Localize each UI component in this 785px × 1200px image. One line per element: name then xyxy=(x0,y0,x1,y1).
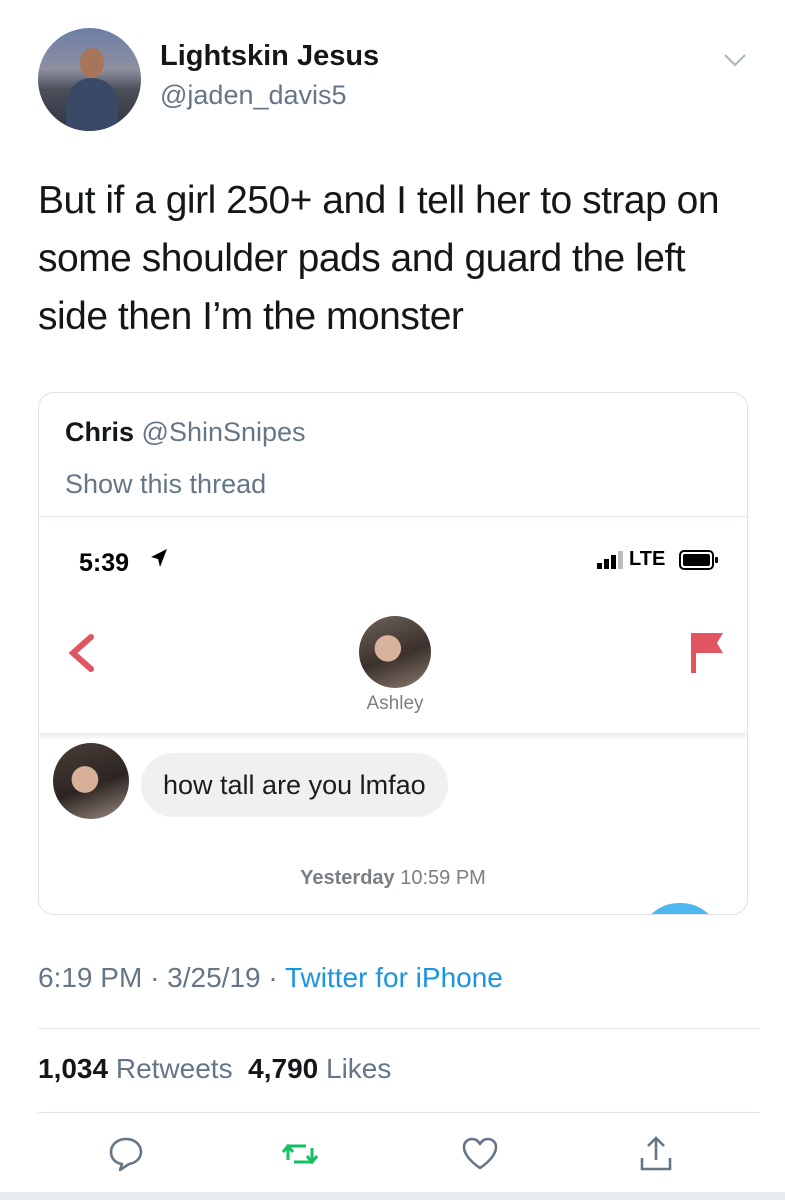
divider xyxy=(38,1112,760,1113)
flag-icon xyxy=(691,633,723,673)
bottom-divider xyxy=(0,1192,785,1200)
meta-separator: · xyxy=(268,962,278,993)
heart-icon[interactable] xyxy=(460,1134,500,1174)
timestamp-day: Yesterday xyxy=(300,867,395,889)
signal-icon xyxy=(597,551,623,569)
share-icon[interactable] xyxy=(636,1134,676,1174)
likes-label: Likes xyxy=(326,1053,392,1084)
battery-icon xyxy=(679,550,718,570)
message-bubble: how tall are you lmfao xyxy=(141,753,448,817)
contact-avatar xyxy=(359,616,431,688)
quoted-tweet-card[interactable]: Chris @ShinSnipes Show this thread 5:39 … xyxy=(38,392,748,915)
carrier-label: LTE xyxy=(629,548,666,570)
tweet-time: 6:19 PM xyxy=(38,962,143,993)
status-time: 5:39 xyxy=(79,549,130,577)
quoted-author: Chris @ShinSnipes xyxy=(65,417,306,448)
outgoing-bubble-peek xyxy=(639,903,721,914)
contact-name: Ashley xyxy=(366,693,424,714)
quoted-author-handle: @ShinSnipes xyxy=(141,417,306,447)
screenshot-header: 5:39 LTE Ashley xyxy=(39,517,747,733)
divider xyxy=(38,1028,760,1029)
likes-stat[interactable]: 4,790 Likes xyxy=(248,1053,391,1084)
author-display-name[interactable]: Lightskin Jesus xyxy=(160,40,379,73)
message-timestamp: Yesterday 10:59 PM xyxy=(39,867,747,890)
author-handle[interactable]: @jaden_davis5 xyxy=(160,80,347,111)
tweet-meta: 6:19 PM · 3/25/19 · Twitter for iPhone xyxy=(38,962,503,994)
meta-separator: · xyxy=(150,962,160,993)
tweet-date: 3/25/19 xyxy=(167,962,261,993)
likes-count: 4,790 xyxy=(248,1053,319,1084)
tweet-source-link[interactable]: Twitter for iPhone xyxy=(285,962,503,993)
show-thread-link[interactable]: Show this thread xyxy=(65,469,266,500)
author-avatar[interactable] xyxy=(38,28,141,131)
chevron-down-icon[interactable] xyxy=(722,50,748,70)
timestamp-time: 10:59 PM xyxy=(400,867,486,889)
reply-icon[interactable] xyxy=(106,1134,146,1174)
engagement-counts: 1,034 Retweets 4,790 Likes xyxy=(38,1053,391,1085)
retweets-count: 1,034 xyxy=(38,1053,109,1084)
tweet-text: But if a girl 250+ and I tell her to str… xyxy=(38,179,720,338)
quoted-author-name: Chris xyxy=(65,417,135,447)
retweets-stat[interactable]: 1,034 Retweets xyxy=(38,1053,233,1084)
back-chevron-icon xyxy=(68,634,94,672)
retweet-icon[interactable] xyxy=(280,1134,320,1174)
sender-avatar xyxy=(53,743,129,819)
location-arrow-icon xyxy=(151,549,167,567)
retweets-label: Retweets xyxy=(115,1053,233,1084)
